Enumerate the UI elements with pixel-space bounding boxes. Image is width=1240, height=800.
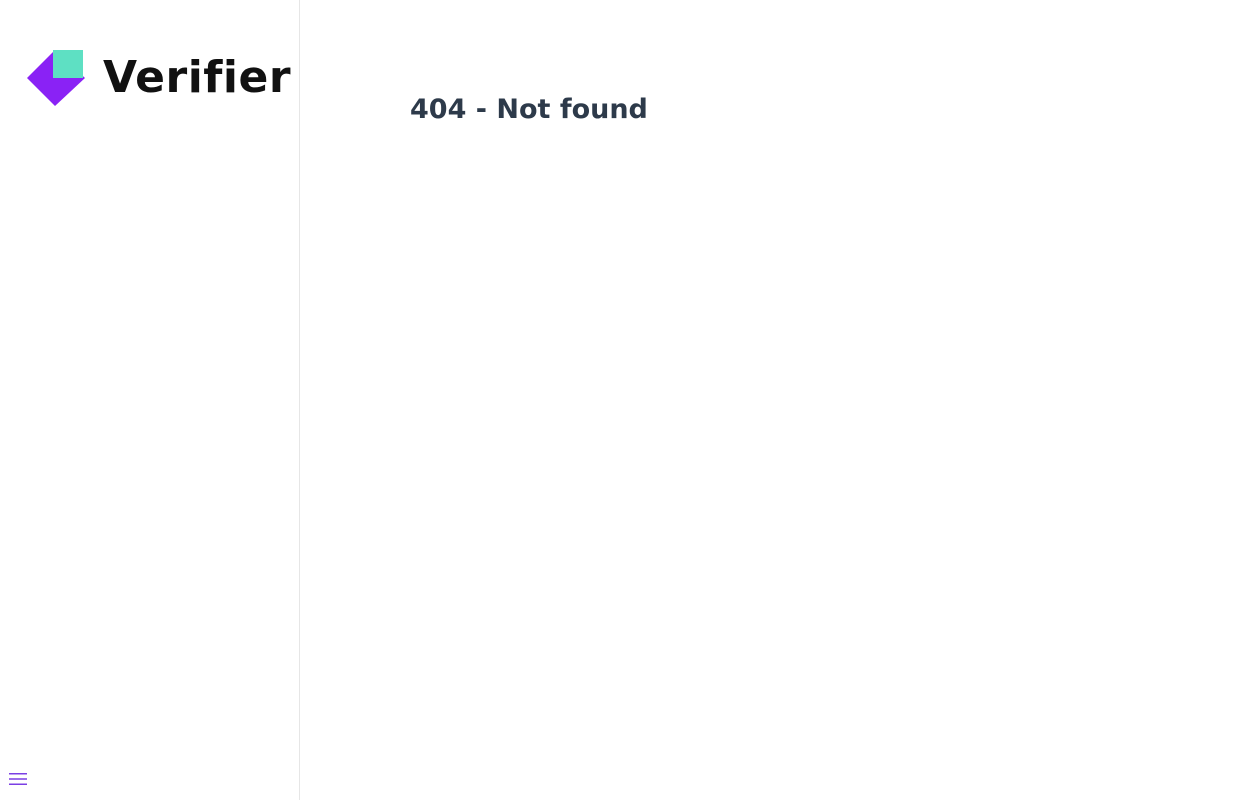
logo[interactable]: Verifier <box>27 50 291 106</box>
app-window: Verifier 404 - Not found <box>0 0 1240 800</box>
main-content: 404 - Not found <box>300 0 1240 800</box>
logo-text: Verifier <box>103 52 292 103</box>
page-title: 404 - Not found <box>410 94 648 125</box>
sidebar: Verifier <box>0 0 300 800</box>
hamburger-menu-icon <box>9 773 27 785</box>
verifier-logo-icon <box>27 50 85 106</box>
menu-toggle-button[interactable] <box>8 770 28 788</box>
